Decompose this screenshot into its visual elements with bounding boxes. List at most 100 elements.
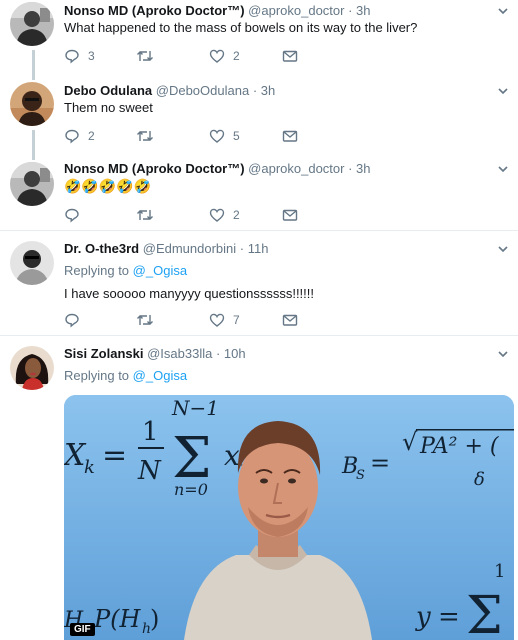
svg-text:n=0: n=0 xyxy=(174,480,208,499)
svg-text:√: √ xyxy=(402,428,418,456)
author-handle[interactable]: @aproko_doctor xyxy=(248,161,344,176)
dm-button[interactable] xyxy=(282,127,298,145)
replying-to-label: Replying to xyxy=(64,368,130,383)
avatar[interactable] xyxy=(10,241,54,285)
author-name[interactable]: Sisi Zolanski xyxy=(64,346,143,361)
chevron-down-icon[interactable] xyxy=(496,84,510,98)
like-count: 2 xyxy=(233,208,240,222)
svg-text:y: y xyxy=(415,602,431,632)
retweet-icon xyxy=(137,51,153,61)
svg-text:=: = xyxy=(438,602,460,632)
like-count: 7 xyxy=(233,313,240,327)
author-handle[interactable]: @Edmundorbini xyxy=(143,241,236,256)
envelope-icon xyxy=(282,209,298,221)
dm-button[interactable] xyxy=(282,311,298,329)
timestamp[interactable]: · 3h xyxy=(348,161,370,176)
timestamp[interactable]: · 3h xyxy=(253,83,275,98)
svg-text:δ: δ xyxy=(474,469,485,490)
like-count: 5 xyxy=(233,129,240,143)
tweet-actions: 7 xyxy=(64,311,324,329)
timestamp[interactable]: · 11h xyxy=(240,241,269,256)
retweet-button[interactable] xyxy=(136,311,154,329)
retweet-icon xyxy=(137,210,153,220)
dm-button[interactable] xyxy=(282,206,298,224)
reply-button[interactable]: 2 xyxy=(64,127,95,145)
avatar[interactable] xyxy=(10,346,54,390)
author-name[interactable]: Debo Odulana xyxy=(64,83,152,98)
gif-badge: GIF xyxy=(70,623,95,636)
replying-to: Replying to @_Ogisa xyxy=(64,263,187,279)
replying-to-link[interactable]: @_Ogisa xyxy=(133,263,187,278)
author-name[interactable]: Nonso MD (Aproko Doctor™) xyxy=(64,3,245,18)
tweet[interactable]: Debo Odulana @DeboOdulana · 3h Them no s… xyxy=(0,78,518,154)
svg-text:S: S xyxy=(356,468,365,483)
reply-icon xyxy=(65,49,79,64)
svg-text:=: = xyxy=(102,438,127,473)
avatar[interactable] xyxy=(10,162,54,206)
reply-button[interactable] xyxy=(64,206,88,224)
author-handle[interactable]: @Isab33lla xyxy=(147,346,212,361)
like-button[interactable]: 5 xyxy=(209,127,240,145)
reply-count: 2 xyxy=(88,129,95,143)
svg-text:x: x xyxy=(224,439,240,472)
tweet-text: Them no sweet xyxy=(64,100,153,115)
tweet[interactable]: Dr. O-the3rd @Edmundorbini · 11h Replyin… xyxy=(0,231,518,335)
tweet-text: What happened to the mass of bowels on i… xyxy=(64,20,418,35)
tweet[interactable]: Nonso MD (Aproko Doctor™) @aproko_doctor… xyxy=(0,0,518,76)
tweet-actions: 3 2 xyxy=(64,47,324,65)
tweet-actions: 2 xyxy=(64,206,324,224)
svg-text:N: N xyxy=(137,456,162,486)
author-handle[interactable]: @DeboOdulana xyxy=(156,83,249,98)
like-button[interactable]: 2 xyxy=(209,47,240,65)
svg-text:k: k xyxy=(84,457,95,478)
svg-text:1: 1 xyxy=(494,561,505,582)
retweet-icon xyxy=(137,131,153,141)
like-count: 2 xyxy=(233,49,240,63)
timestamp[interactable]: · 3h xyxy=(348,3,370,18)
retweet-button[interactable] xyxy=(136,47,154,65)
author-handle[interactable]: @aproko_doctor xyxy=(248,3,344,18)
heart-icon xyxy=(209,313,225,327)
replying-to: Replying to @_Ogisa xyxy=(64,368,187,384)
svg-text:N−1: N−1 xyxy=(171,396,219,420)
tweet-text: I have sooooo manyyyy questionssssss!!!!… xyxy=(64,286,315,301)
replying-to-label: Replying to xyxy=(64,263,130,278)
avatar[interactable] xyxy=(10,82,54,126)
author-name[interactable]: Dr. O-the3rd xyxy=(64,241,139,256)
math-gif-image: X k = 1 N N−1 Σ n=0 x n e B S = √ PA² + … xyxy=(64,395,514,640)
svg-text:PA² + (: PA² + ( xyxy=(419,434,499,459)
reply-icon xyxy=(65,313,79,328)
chevron-down-icon[interactable] xyxy=(496,162,510,176)
envelope-icon xyxy=(282,50,298,62)
chevron-down-icon[interactable] xyxy=(496,242,510,256)
envelope-icon xyxy=(282,130,298,142)
envelope-icon xyxy=(282,314,298,326)
reply-icon xyxy=(65,208,79,223)
reply-button[interactable]: 3 xyxy=(64,47,95,65)
chevron-down-icon[interactable] xyxy=(496,347,510,361)
timestamp[interactable]: · 10h xyxy=(216,346,246,361)
svg-text:Σ: Σ xyxy=(466,586,503,640)
chevron-down-icon[interactable] xyxy=(496,4,510,18)
retweet-button[interactable] xyxy=(136,127,154,145)
replying-to-link[interactable]: @_Ogisa xyxy=(133,368,187,383)
svg-text:1: 1 xyxy=(142,417,159,447)
tweet-actions: 2 5 xyxy=(64,127,324,145)
like-button[interactable]: 2 xyxy=(209,206,240,224)
tweet-text: 🤣🤣🤣🤣🤣 xyxy=(64,178,152,194)
reply-icon xyxy=(65,129,79,144)
heart-icon xyxy=(209,49,225,63)
heart-icon xyxy=(209,208,225,222)
reply-button[interactable] xyxy=(64,311,88,329)
author-name[interactable]: Nonso MD (Aproko Doctor™) xyxy=(64,161,245,176)
retweet-icon xyxy=(137,315,153,325)
dm-button[interactable] xyxy=(282,47,298,65)
like-button[interactable]: 7 xyxy=(209,311,240,329)
retweet-button[interactable] xyxy=(136,206,154,224)
gif-media[interactable]: X k = 1 N N−1 Σ n=0 x n e B S = √ PA² + … xyxy=(64,395,514,640)
svg-text:P(H: P(H xyxy=(93,605,142,633)
tweet[interactable]: Nonso MD (Aproko Doctor™) @aproko_doctor… xyxy=(0,158,518,228)
svg-text:): ) xyxy=(150,605,159,633)
avatar[interactable] xyxy=(10,2,54,46)
heart-icon xyxy=(209,129,225,143)
